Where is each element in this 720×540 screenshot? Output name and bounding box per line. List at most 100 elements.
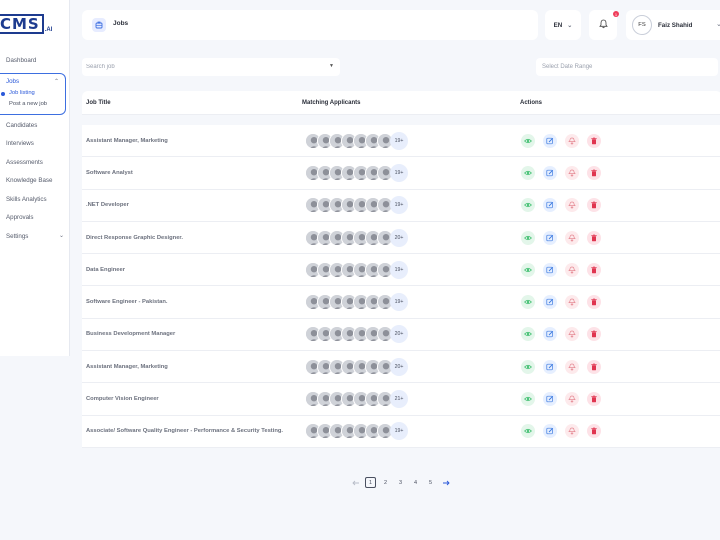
table-row[interactable]: Computer Vision Engineer 21+ bbox=[82, 383, 720, 416]
table-row[interactable]: Direct Response Graphic Designer. 20+ bbox=[82, 221, 720, 255]
share-button[interactable] bbox=[565, 295, 579, 310]
view-button[interactable] bbox=[521, 262, 535, 277]
edit-button[interactable] bbox=[543, 327, 557, 342]
sidebar-item-knowledge-base[interactable]: Knowledge Base bbox=[0, 174, 70, 193]
view-button[interactable] bbox=[521, 392, 535, 407]
sidebar-subitem-job-listing[interactable]: Job listing bbox=[0, 88, 65, 99]
delete-button[interactable] bbox=[587, 392, 601, 407]
share-button[interactable] bbox=[565, 230, 579, 245]
edit-button[interactable] bbox=[543, 198, 557, 213]
view-button[interactable] bbox=[521, 359, 535, 374]
view-button[interactable] bbox=[521, 133, 535, 148]
job-title[interactable]: Assistant Manager, Marketing bbox=[82, 138, 298, 144]
delete-button[interactable] bbox=[587, 424, 601, 439]
more-applicants-badge[interactable]: 20+ bbox=[390, 325, 408, 344]
edit-button[interactable] bbox=[543, 295, 557, 310]
table-row[interactable]: Associate/ Software Quality Engineer - P… bbox=[82, 415, 720, 448]
sidebar-item-assessments[interactable]: Assessments bbox=[0, 156, 70, 175]
sidebar-item-jobs[interactable]: Jobs ⌃ bbox=[0, 76, 65, 88]
edit-button[interactable] bbox=[543, 422, 557, 440]
job-title[interactable]: Software Engineer - Pakistan. bbox=[82, 299, 298, 305]
job-title[interactable]: .NET Developer bbox=[82, 202, 298, 208]
table-row[interactable]: Data Engineer 19+ bbox=[82, 254, 720, 287]
column-header-applicants[interactable]: Matching Applicants bbox=[298, 100, 515, 106]
sidebar-item-settings[interactable]: Settings ⌄ bbox=[0, 230, 70, 249]
table-row[interactable]: Software Analyst 19+ bbox=[82, 157, 720, 190]
edit-button[interactable] bbox=[543, 230, 557, 245]
prev-page-arrow-icon[interactable] bbox=[350, 477, 361, 488]
delete-button[interactable] bbox=[587, 198, 601, 213]
more-applicants-badge[interactable]: 19+ bbox=[390, 131, 408, 150]
page-number[interactable]: 4 bbox=[410, 477, 421, 488]
user-menu[interactable]: FS Faiz Shahid ⌄ bbox=[626, 10, 720, 40]
view-button[interactable] bbox=[521, 165, 535, 180]
table-row[interactable]: .NET Developer 19+ bbox=[82, 189, 720, 222]
page-number[interactable]: 5 bbox=[425, 477, 436, 488]
edit-button[interactable] bbox=[543, 359, 557, 374]
sidebar-item-interviews[interactable]: Interviews bbox=[0, 137, 70, 156]
job-title[interactable]: Software Analyst bbox=[82, 170, 298, 176]
edit-button[interactable] bbox=[543, 133, 557, 148]
sidebar-subitem-post-job[interactable]: Post a new job bbox=[0, 99, 65, 110]
sidebar-item-dashboard[interactable]: Dashboard bbox=[0, 54, 70, 73]
view-button[interactable] bbox=[521, 295, 535, 310]
share-button[interactable] bbox=[565, 165, 579, 180]
delete-button[interactable] bbox=[587, 295, 601, 310]
delete-button[interactable] bbox=[587, 262, 601, 277]
share-button[interactable] bbox=[565, 424, 579, 439]
share-button[interactable] bbox=[565, 392, 579, 407]
job-title[interactable]: Direct Response Graphic Designer. bbox=[82, 235, 298, 241]
job-title[interactable]: Computer Vision Engineer bbox=[82, 396, 298, 402]
page-number[interactable]: 2 bbox=[380, 477, 391, 488]
view-button[interactable] bbox=[521, 424, 535, 439]
share-button[interactable] bbox=[565, 359, 579, 374]
chevron-down-icon: ⌄ bbox=[58, 232, 64, 239]
more-applicants-badge[interactable]: 19+ bbox=[390, 260, 408, 279]
column-header-title[interactable]: Job Title bbox=[82, 100, 298, 106]
more-applicants-badge[interactable]: 19+ bbox=[390, 163, 408, 182]
delete-button[interactable] bbox=[587, 133, 601, 148]
edit-icon bbox=[546, 422, 554, 440]
more-applicants-badge[interactable]: 21+ bbox=[390, 390, 408, 409]
edit-button[interactable] bbox=[543, 165, 557, 180]
job-title[interactable]: Data Engineer bbox=[82, 267, 298, 273]
share-button[interactable] bbox=[565, 262, 579, 277]
table-row[interactable]: Assistant Manager, Marketing 19+ bbox=[82, 125, 720, 158]
delete-button[interactable] bbox=[587, 165, 601, 180]
job-title[interactable]: Business Development Manager bbox=[82, 331, 298, 337]
more-applicants-badge[interactable]: 20+ bbox=[390, 357, 408, 376]
language-selector[interactable]: EN ⌄ bbox=[545, 10, 581, 40]
page-number[interactable]: 1 bbox=[365, 477, 376, 488]
table-row[interactable]: Software Engineer - Pakistan. 19+ bbox=[82, 286, 720, 319]
next-page-arrow-icon[interactable] bbox=[440, 477, 451, 488]
table-row[interactable]: Assistant Manager, Marketing 20+ bbox=[82, 351, 720, 384]
edit-button[interactable] bbox=[543, 262, 557, 277]
more-applicants-badge[interactable]: 19+ bbox=[390, 293, 408, 312]
delete-button[interactable] bbox=[587, 327, 601, 342]
date-range-picker[interactable]: Select Date Range bbox=[536, 58, 718, 76]
view-button[interactable] bbox=[521, 230, 535, 245]
caret-down-icon[interactable]: ▼ bbox=[329, 63, 334, 69]
edit-button[interactable] bbox=[543, 392, 557, 407]
table-row[interactable]: Business Development Manager 20+ bbox=[82, 318, 720, 352]
share-button[interactable] bbox=[565, 133, 579, 148]
page-number[interactable]: 3 bbox=[395, 477, 406, 488]
share-button[interactable] bbox=[565, 198, 579, 213]
share-button[interactable] bbox=[565, 327, 579, 342]
sidebar-item-skills-analytics[interactable]: Skills Analytics bbox=[0, 193, 70, 212]
notifications-button[interactable]: 1 bbox=[589, 10, 619, 40]
view-button[interactable] bbox=[521, 198, 535, 213]
more-applicants-badge[interactable]: 19+ bbox=[390, 196, 408, 215]
avatar-group: 19+ bbox=[305, 196, 408, 215]
delete-button[interactable] bbox=[587, 230, 601, 245]
job-title[interactable]: Assistant Manager, Marketing bbox=[82, 364, 298, 370]
view-button[interactable] bbox=[521, 327, 535, 342]
logo[interactable]: CMS .AI bbox=[0, 14, 52, 34]
delete-button[interactable] bbox=[587, 359, 601, 374]
sidebar-item-candidates[interactable]: Candidates bbox=[0, 119, 70, 138]
job-title[interactable]: Associate/ Software Quality Engineer - P… bbox=[82, 428, 298, 434]
more-applicants-badge[interactable]: 19+ bbox=[390, 422, 408, 441]
sidebar-item-approvals[interactable]: Approvals bbox=[0, 211, 70, 230]
more-applicants-badge[interactable]: 20+ bbox=[390, 228, 408, 247]
search-input[interactable] bbox=[82, 58, 340, 76]
